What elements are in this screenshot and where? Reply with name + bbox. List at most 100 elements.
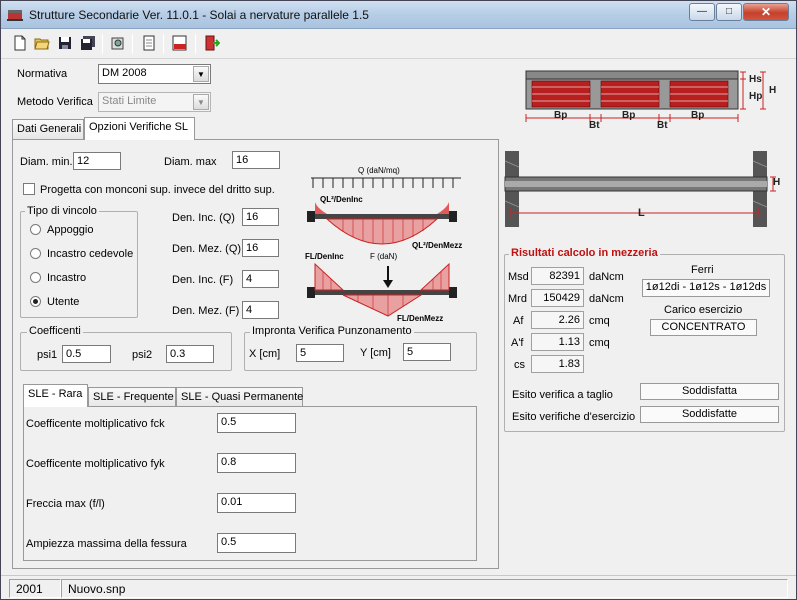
normativa-label: Normativa (17, 68, 68, 80)
tab-sle-rara[interactable]: SLE - Rara (23, 384, 88, 407)
new-icon[interactable] (11, 34, 29, 52)
h-beam-label: H (773, 177, 781, 188)
hp-label: Hp (749, 91, 763, 102)
radio-appoggio[interactable] (30, 224, 41, 235)
fl-deninc-label: FL/DenInc (305, 252, 344, 261)
y-label: Y [cm] (360, 347, 391, 359)
taglio-label: Esito verifica a taglio (512, 389, 613, 401)
utente-label: Utente (47, 296, 80, 308)
chevron-down-icon[interactable]: ▼ (193, 94, 209, 110)
freccia-input[interactable]: 0.01 (217, 493, 296, 513)
metodo-select[interactable]: Stati Limite ▼ (98, 92, 211, 112)
x-label: X [cm] (249, 348, 281, 360)
f-label: F (daN) (370, 252, 398, 261)
den-inc-f-label: Den. Inc. (F) (172, 274, 234, 286)
y-input[interactable]: 5 (403, 343, 451, 361)
x-input[interactable]: 5 (296, 344, 344, 362)
vincolo-title: Tipo di vincolo (25, 205, 99, 217)
ql-denmezz-label: QL²/DenMezz (412, 241, 463, 250)
monconi-checkbox[interactable] (23, 183, 35, 195)
den-inc-q-input[interactable]: 16 (242, 208, 279, 226)
radio-incastro[interactable] (30, 272, 41, 283)
diam-max-label: Diam. max (164, 156, 217, 168)
incastro-label: Incastro (47, 272, 87, 284)
radio-incastro-cedevole[interactable] (30, 248, 41, 259)
taglio-value: Soddisfatta (640, 383, 779, 400)
den-mez-q-input[interactable]: 16 (242, 239, 279, 257)
toolbar (1, 29, 796, 59)
settings-icon[interactable] (109, 34, 127, 52)
minimize-button[interactable]: — (689, 3, 715, 21)
ferri-label: Ferri (691, 264, 714, 276)
save-all-icon[interactable] (79, 34, 97, 52)
den-inc-f-input[interactable]: 4 (242, 270, 279, 288)
tab-dati-generali[interactable]: Dati Generali (12, 119, 84, 140)
a1f-label: A'f (511, 337, 524, 349)
ql-deninc-label: QL²/DenInc (320, 195, 363, 204)
impronta-title: Impronta Verifica Punzonamento (250, 325, 414, 337)
esercizio-label: Esito verifiche d'esercizio (512, 411, 636, 423)
freccia-label: Freccia max (f/l) (26, 498, 105, 510)
carico-label: Carico esercizio (664, 304, 743, 316)
status-code: 2001 (9, 579, 61, 598)
diam-min-label: Diam. min. (20, 156, 73, 168)
diam-min-input[interactable]: 12 (73, 152, 121, 170)
exit-icon[interactable] (203, 34, 221, 52)
bp-label-1: Bp (554, 110, 568, 121)
mrd-unit: daNcm (589, 293, 624, 305)
psi1-input[interactable]: 0.5 (62, 345, 111, 363)
af-value: 2.26 (531, 311, 584, 329)
diam-max-input[interactable]: 16 (232, 151, 280, 169)
beam-drawing (504, 151, 776, 227)
maximize-button[interactable]: □ (716, 3, 742, 21)
fessura-input[interactable]: 0.5 (217, 533, 296, 553)
window-title: Strutture Secondarie Ver. 11.0.1 - Solai… (29, 8, 369, 22)
h-label: H (769, 85, 777, 96)
normativa-select[interactable]: DM 2008 ▼ (98, 64, 211, 84)
title-bar: Strutture Secondarie Ver. 11.0.1 - Solai… (1, 1, 796, 29)
monconi-label: Progetta con monconi sup. invece del dri… (40, 184, 275, 196)
toolbar-separator (195, 34, 196, 54)
chevron-down-icon[interactable]: ▼ (193, 66, 209, 82)
den-mez-q-label: Den. Mez. (Q) (172, 243, 242, 255)
esercizio-value: Soddisfatte (640, 406, 779, 423)
app-icon (7, 10, 23, 21)
tab-opzioni-verifiche[interactable]: Opzioni Verifiche SL (84, 117, 195, 140)
open-icon[interactable] (33, 34, 51, 52)
status-file: Nuovo.snp (61, 579, 788, 598)
mrd-label: Mrd (508, 293, 527, 305)
cs-value: 1.83 (531, 355, 584, 373)
pdf-icon[interactable] (171, 34, 189, 52)
fck-label: Coefficente moltiplicativo fck (26, 418, 165, 430)
metodo-label: Metodo Verifica (17, 96, 93, 108)
psi1-label: psi1 (37, 349, 58, 361)
psi2-label: psi2 (132, 349, 153, 361)
appoggio-label: Appoggio (47, 224, 94, 236)
den-mez-f-input[interactable]: 4 (242, 301, 279, 319)
l-label: L (638, 207, 645, 219)
close-button[interactable]: ✕ (743, 3, 789, 21)
print-preview-icon[interactable] (140, 34, 158, 52)
fl-denmezz-label: FL/DenMezz (397, 314, 444, 323)
tab-sle-quasi-permanente[interactable]: SLE - Quasi Permanente (176, 387, 303, 408)
bp-label-3: Bp (691, 110, 705, 121)
mrd-value: 150429 (531, 289, 584, 307)
psi2-input[interactable]: 0.3 (166, 345, 214, 363)
status-bar: 2001 Nuovo.snp (1, 575, 796, 599)
msd-value: 82391 (531, 267, 584, 285)
fyk-label: Coefficente moltiplicativo fyk (26, 458, 165, 470)
main-window: Strutture Secondarie Ver. 11.0.1 - Solai… (0, 0, 797, 600)
fyk-input[interactable]: 0.8 (217, 453, 296, 473)
risultati-title: Risultati calcolo in mezzeria (509, 247, 660, 259)
ferri-value: 1ø12di - 1ø12s - 1ø12ds (642, 279, 770, 297)
toolbar-separator (163, 34, 164, 54)
fck-input[interactable]: 0.5 (217, 413, 296, 433)
carico-value: CONCENTRATO (650, 319, 757, 336)
msd-unit: daNcm (589, 271, 624, 283)
incastro-cedevole-label: Incastro cedevole (47, 248, 134, 260)
radio-utente[interactable] (30, 296, 41, 307)
save-icon[interactable] (56, 34, 74, 52)
bt-label-2: Bt (657, 120, 668, 131)
den-mez-f-label: Den. Mez. (F) (172, 305, 240, 317)
tab-sle-frequente[interactable]: SLE - Frequente (88, 387, 176, 408)
